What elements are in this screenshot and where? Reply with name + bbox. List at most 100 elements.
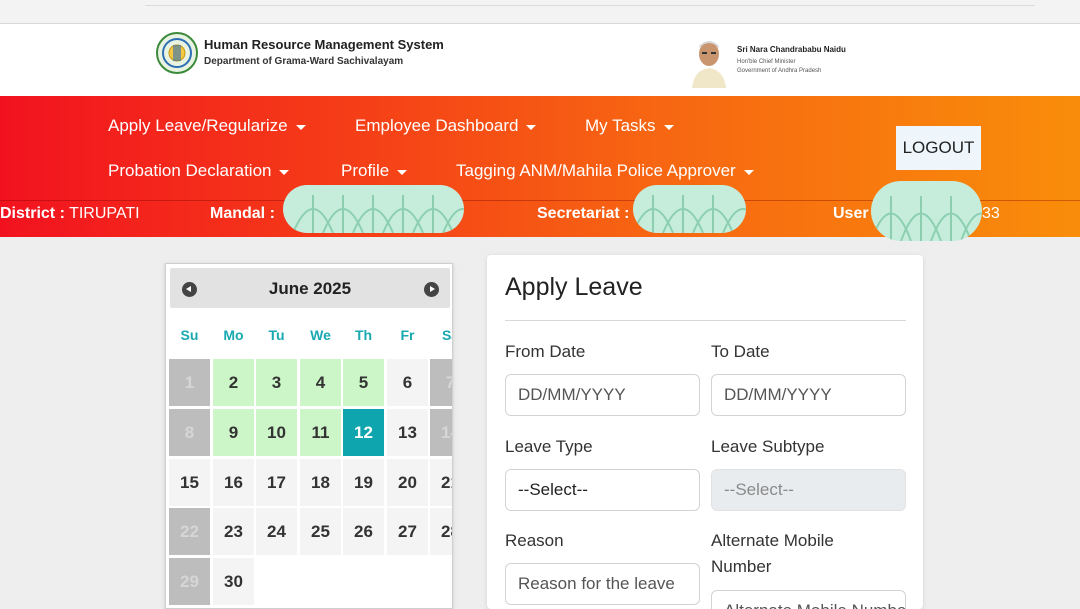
calendar-day[interactable]: 27 [387,508,428,555]
calendar-day: 14 [430,409,452,456]
caret-down-icon [526,124,537,130]
calendar-day: 29 [169,558,210,605]
to-date-label: To Date [711,342,770,361]
calendar-header: June 2025 [170,268,450,308]
reason-label: Reason [505,531,564,550]
next-month-icon[interactable] [424,282,439,297]
form-divider [505,320,906,321]
calendar-day[interactable]: 24 [256,508,297,555]
weekday-header: Mo [223,327,244,343]
datepicker-calendar: June 2025 SuMoTuWeThFrSa 123456789101112… [165,263,453,609]
weekday-header: Su [180,327,199,343]
leave-subtype-select[interactable]: --Select-- [711,469,906,511]
to-date-input[interactable]: DD/MM/YYYY [711,374,906,416]
ap-emblem-icon [156,32,198,74]
nav-employee-dashboard[interactable]: Employee Dashboard [355,116,537,136]
redaction-blob [871,181,982,241]
weekday-header: Tu [268,327,285,343]
calendar-day[interactable]: 4 [300,359,341,406]
form-title: Apply Leave [505,273,643,301]
nav-label: Apply Leave/Regularize [108,116,288,135]
caret-down-icon [743,169,754,175]
top-bar-edge [145,0,1035,6]
nav-tagging-approver[interactable]: Tagging ANM/Mahila Police Approver [456,161,754,181]
calendar-day[interactable]: 17 [256,459,297,506]
cm-name: Sri Nara Chandrababu Naidu [737,45,846,54]
secretariat-info: Secretariat : [537,205,630,223]
calendar-month: June 2025 [268,279,352,298]
district-label: District : [0,205,65,222]
org-subtitle: Department of Grama-Ward Sachivalayam [204,56,404,67]
main-navbar: Apply Leave/Regularize Employee Dashboar… [0,96,1080,241]
cm-title: Hon'ble Chief Minister [737,59,796,65]
weekday-header: Sa [441,327,452,343]
org-title: Human Resource Management System [204,37,444,52]
user-id-suffix: 33 [982,205,1000,223]
leaf-pattern-icon [633,185,746,233]
apply-leave-form: Apply Leave From Date DD/MM/YYYY To Date… [487,255,923,609]
calendar-day[interactable]: 23 [213,508,254,555]
nav-label: Probation Declaration [108,161,272,180]
redaction-blob [283,185,464,233]
caret-down-icon [295,124,306,130]
calendar-day[interactable]: 19 [343,459,384,506]
calendar-day[interactable]: 21 [430,459,452,506]
caret-down-icon [279,169,290,175]
secretariat-label: Secretariat : [537,205,630,222]
calendar-day[interactable]: 26 [343,508,384,555]
calendar-day[interactable]: 2 [213,359,254,406]
from-date-label: From Date [505,342,586,361]
district-value: TIRUPATI [69,205,140,222]
calendar-day[interactable]: 6 [387,359,428,406]
nav-apply-leave[interactable]: Apply Leave/Regularize [108,116,306,136]
caret-down-icon [663,124,674,130]
calendar-day: 7 [430,359,452,406]
nav-profile[interactable]: Profile [341,161,408,181]
user-label: User [833,205,869,222]
cm-portrait-icon [688,34,730,88]
calendar-day[interactable]: 16 [213,459,254,506]
calendar-day[interactable]: 5 [343,359,384,406]
calendar-day[interactable]: 25 [300,508,341,555]
browser-top-strip [0,0,1080,24]
alt-mobile-input[interactable]: Alternate Mobile Number [711,590,906,609]
calendar-day[interactable]: 28 [430,508,452,555]
cm-government: Government of Andhra Pradesh [737,68,822,74]
nav-label: My Tasks [585,116,656,135]
leave-subtype-label: Leave Subtype [711,437,825,456]
calendar-day: 8 [169,409,210,456]
calendar-day[interactable]: 30 [213,558,254,605]
calendar-day[interactable]: 9 [213,409,254,456]
alt-mobile-label: Alternate Mobile Number [711,531,834,576]
calendar-day[interactable]: 13 [387,409,428,456]
calendar-day[interactable]: 12 [343,409,384,456]
from-date-input[interactable]: DD/MM/YYYY [505,374,700,416]
caret-down-icon [397,169,408,175]
weekday-header: Th [354,327,373,343]
site-header: Human Resource Management System Departm… [0,24,1080,96]
calendar-day[interactable]: 15 [169,459,210,506]
reason-input[interactable]: Reason for the leave [505,563,700,605]
redaction-blob [633,185,746,233]
mandal-info: Mandal : [210,205,275,223]
calendar-day[interactable]: 11 [300,409,341,456]
nav-label: Profile [341,161,390,180]
calendar-day[interactable]: 20 [387,459,428,506]
nav-label: Tagging ANM/Mahila Police Approver [456,161,736,180]
user-info: User [833,205,869,223]
leave-type-label: Leave Type [505,437,593,456]
mandal-label: Mandal : [210,205,275,222]
nav-my-tasks[interactable]: My Tasks [585,116,674,136]
leaf-pattern-icon [871,181,982,241]
weekday-header: We [310,327,331,343]
leave-type-select[interactable]: --Select-- [505,469,700,511]
user-suffix: 33 [982,205,1000,222]
weekday-header: Fr [400,327,415,343]
calendar-day[interactable]: 10 [256,409,297,456]
calendar-day[interactable]: 18 [300,459,341,506]
logout-button[interactable]: LOGOUT [896,126,981,170]
nav-probation-declaration[interactable]: Probation Declaration [108,161,290,181]
district-info: District : TIRUPATI [0,205,140,223]
calendar-day[interactable]: 3 [256,359,297,406]
calendar-day: 1 [169,359,210,406]
